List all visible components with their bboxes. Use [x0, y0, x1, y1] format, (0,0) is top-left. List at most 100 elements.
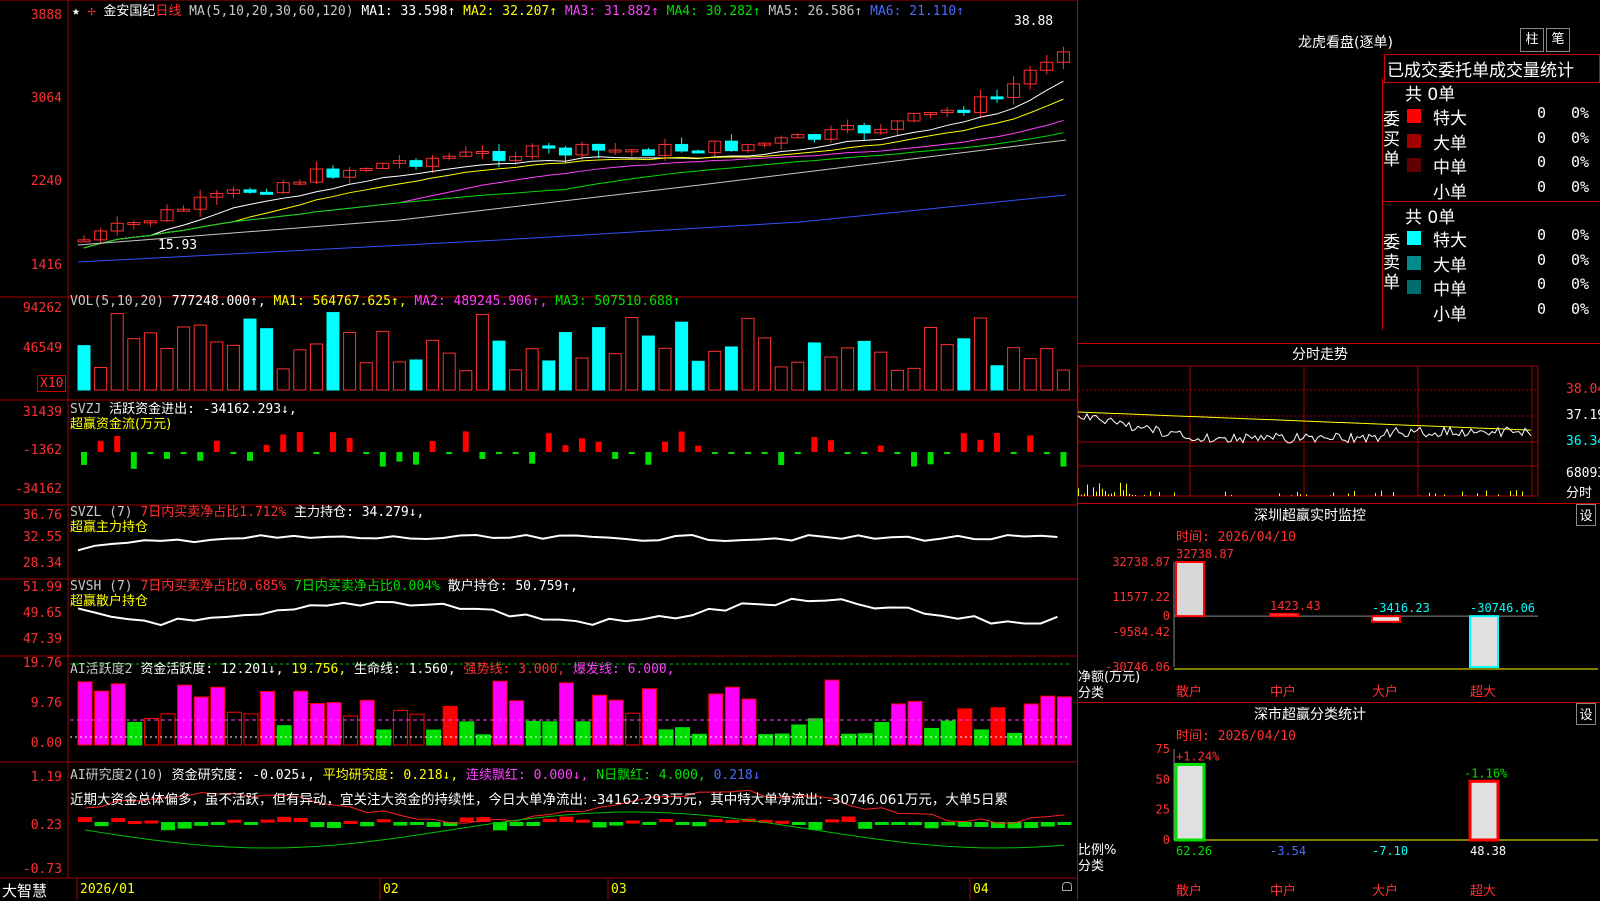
order-type: 大单	[1433, 251, 1467, 276]
volume-bar	[626, 318, 638, 390]
time-axis-label: 03	[611, 882, 627, 897]
intraday-volume	[1144, 495, 1145, 496]
svzl-axis-label: 32.55	[2, 530, 62, 545]
volume-bar	[842, 348, 854, 390]
vol-unit-label: X10	[37, 375, 66, 392]
candle-body	[725, 141, 737, 150]
volume-bar	[1008, 348, 1020, 390]
activity-bar	[742, 699, 756, 745]
svzj-bar	[197, 452, 203, 461]
order-type: 中单	[1433, 153, 1467, 178]
activity-bar	[775, 734, 789, 745]
volume-bar	[891, 370, 903, 390]
svzl-hold: 主力持仓: 34.279↓,	[294, 505, 424, 520]
svzj-subtitle: 超赢资金流(万元)	[70, 413, 171, 432]
svzj-bar	[463, 431, 469, 452]
svzj-bar	[845, 452, 851, 454]
intraday-volume	[1354, 491, 1355, 496]
activity-bar	[510, 701, 524, 745]
activity-bar	[460, 722, 474, 745]
volume-bar	[759, 338, 771, 390]
activity-bar	[493, 681, 507, 745]
classify-value-label: 48.38	[1470, 844, 1506, 858]
price-header: ★ ✢ 金安国纪日线 MA(5,10,20,30,60,120) MA1: 33…	[72, 0, 964, 19]
legend-swatch	[1407, 183, 1421, 197]
bar-mode-button[interactable]: 柱	[1520, 28, 1544, 52]
main-chart-area[interactable]: 3888 3064 2240 1416 ★ ✢ 金安国纪日线 MA(5,10,2…	[0, 0, 1078, 900]
volume-bar	[95, 367, 107, 390]
classify-category-label: 散户	[1176, 883, 1202, 899]
intraday-axis-label: 37.19	[1566, 408, 1600, 423]
research-bar	[792, 822, 806, 825]
intraday-volume	[1429, 493, 1430, 496]
research-bar	[294, 818, 308, 822]
intraday-volume	[1435, 493, 1436, 496]
intraday-panel[interactable]: 分时走势 38.04 37.19 36.34 68093 分时	[1078, 344, 1600, 502]
volume-bars	[78, 313, 1069, 390]
price-axis-label: 1416	[2, 258, 62, 273]
volume-bar	[510, 370, 522, 390]
ma-line	[84, 120, 1063, 247]
svzj-bar	[878, 446, 884, 452]
lock-icon[interactable]	[1062, 882, 1072, 891]
monitor-value-label: -3416.23	[1372, 601, 1430, 615]
research-bar	[642, 822, 656, 825]
research-bar	[310, 822, 324, 827]
vol-header: VOL(5,10,20) 777248.000↑, MA1: 564767.62…	[70, 294, 681, 309]
candle-body	[958, 110, 970, 112]
activity-bar	[377, 730, 391, 745]
svsh-axis-label: 51.99	[2, 580, 62, 595]
svzj-bar	[529, 452, 535, 464]
volume-bar	[858, 341, 870, 390]
activity-bar	[111, 684, 125, 745]
time-axis-label: 2026/01	[80, 882, 135, 897]
intraday-volume	[1462, 492, 1463, 496]
svzj-bar	[645, 452, 651, 465]
svzj-bars	[81, 431, 1066, 468]
activity-bar	[443, 706, 457, 745]
svzj-bar	[546, 433, 552, 452]
period-label[interactable]: 日线	[155, 4, 181, 19]
svzj-bar	[861, 452, 867, 454]
svsh-axis-label: 49.65	[2, 606, 62, 621]
order-pct: 0%	[1571, 178, 1589, 196]
research-bar	[941, 822, 955, 825]
intraday-volume	[1174, 493, 1175, 496]
order-count: 0	[1537, 300, 1546, 318]
time-axis-label: 02	[383, 882, 399, 897]
classify-category-label: 大户	[1372, 883, 1398, 899]
svzj-bar	[114, 436, 120, 452]
intraday-volume	[1375, 493, 1376, 496]
legend-swatch	[1407, 280, 1421, 294]
volume-bar	[178, 327, 190, 390]
svzj-bar	[98, 441, 104, 452]
order-type: 特大	[1433, 226, 1467, 251]
order-pct: 0%	[1571, 129, 1589, 147]
classify-chart: 755025062.26+1.24%散户-3.54中户-7.10大户48.38-…	[1078, 703, 1600, 901]
volume-bar	[377, 331, 389, 390]
volume-bar	[261, 329, 273, 390]
svzj-bar	[313, 452, 319, 454]
research-bar	[692, 822, 706, 826]
research-bar	[593, 822, 607, 827]
vol-axis-label: 46549	[2, 341, 62, 356]
pin-icon[interactable]: ✢	[88, 4, 96, 19]
legend-swatch	[1407, 305, 1421, 319]
svzj-bar	[762, 452, 768, 454]
activity-bar	[858, 734, 872, 745]
classify-axis-label: 50	[1156, 772, 1170, 786]
order-count: 0	[1537, 178, 1546, 196]
candle-body	[642, 150, 654, 156]
classify-bar	[1470, 781, 1498, 840]
volume-bar	[808, 343, 820, 390]
research-bar	[344, 821, 358, 824]
activity-bar	[1008, 733, 1022, 745]
star-icon[interactable]: ★	[72, 4, 80, 19]
svzj-bar	[695, 446, 701, 452]
activity-bar	[642, 689, 656, 745]
vol-ma3: MA3: 507510.688↑	[555, 294, 680, 309]
intraday-volume	[1225, 492, 1226, 496]
ai1-axis-label: 0.00	[2, 736, 62, 751]
svzj-bar	[745, 452, 751, 454]
tick-mode-button[interactable]: 笔	[1546, 28, 1570, 52]
